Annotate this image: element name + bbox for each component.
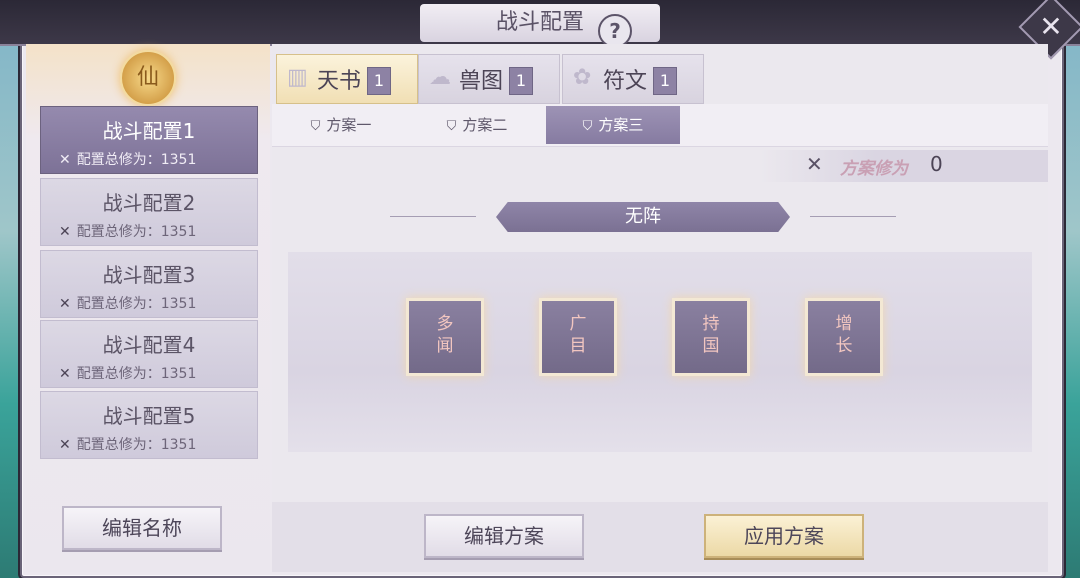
config-item-name: 战斗配置4 (102, 333, 196, 357)
count-badge: 1 (509, 67, 533, 95)
config-item-2[interactable]: 战斗配置2 ✕ 配置总修为：1351 (40, 178, 258, 246)
config-item-power: ✕ 配置总修为：1351 (59, 366, 197, 382)
config-item-name: 战斗配置1 (102, 119, 196, 143)
config-item-power: ✕ 配置总修为：1351 (59, 296, 197, 312)
tab-fuwen[interactable]: ✿ 符文 1 (562, 54, 704, 104)
crossed-swords-icon: ✕ (59, 152, 71, 168)
config-item-1[interactable]: 战斗配置1 ✕ 配置总修为：1351 (40, 106, 258, 174)
slot-label: 广目 (569, 314, 587, 356)
config-item-4[interactable]: 战斗配置4 ✕ 配置总修为：1351 (40, 320, 258, 388)
window-title: 战斗配置 (495, 10, 584, 35)
tab-shoutu[interactable]: ☁ 兽图 1 (418, 54, 560, 104)
config-item-name: 战斗配置5 (102, 404, 196, 428)
edit-name-button[interactable]: 编辑名称 (62, 506, 222, 550)
action-bar (272, 502, 1048, 572)
slot-chiguo[interactable]: 持国 (672, 298, 750, 376)
shield-icon: ⛉ (446, 119, 457, 134)
crossed-swords-icon: ✕ (59, 224, 71, 240)
crossed-swords-icon: ✕ (59, 296, 71, 312)
tab-plan-3[interactable]: ⛉ 方案三 (546, 106, 680, 144)
config-item-power: ✕ 配置总修为：1351 (59, 437, 197, 453)
rune-icon: ✿ (573, 65, 592, 90)
plan-power-label: 方案修为 (840, 159, 908, 179)
shield-icon: ⛉ (582, 119, 593, 134)
slot-zengzhang[interactable]: 增长 (805, 298, 883, 376)
shield-icon: ⛉ (310, 119, 321, 134)
plan-power-value: 0 (930, 152, 943, 176)
slot-label: 持国 (702, 314, 720, 356)
count-badge: 1 (653, 67, 677, 95)
config-item-name: 战斗配置3 (102, 263, 196, 287)
divider-left (390, 216, 476, 217)
config-item-power: ✕ 配置总修为：1351 (59, 224, 197, 240)
slot-guangmu[interactable]: 广目 (539, 298, 617, 376)
tab-plan-2[interactable]: ⛉ 方案二 (410, 106, 544, 144)
slot-duowen[interactable]: 多闻 (406, 298, 484, 376)
divider-right (810, 216, 896, 217)
config-item-name: 战斗配置2 (102, 191, 196, 215)
formation-name[interactable]: 无阵 (496, 202, 790, 232)
config-item-power: ✕ 配置总修为：1351 (59, 152, 197, 168)
slot-label: 多闻 (436, 314, 454, 356)
count-badge: 1 (367, 67, 391, 95)
question-icon[interactable]: ? (598, 14, 632, 48)
slot-label: 增长 (835, 314, 853, 356)
crossed-swords-icon: ✕ (59, 437, 71, 453)
beast-icon: ☁ (429, 65, 451, 90)
tab-tianshu[interactable]: ▥ 天书 1 (276, 54, 418, 104)
edit-plan-button[interactable]: 编辑方案 (424, 514, 584, 558)
crossed-swords-icon: ✕ (806, 152, 823, 176)
xian-emblem-icon: 仙 (120, 50, 176, 106)
tab-plan-1[interactable]: ⛉ 方案一 (274, 106, 408, 144)
config-item-5[interactable]: 战斗配置5 ✕ 配置总修为：1351 (40, 391, 258, 459)
slot-area (288, 252, 1032, 452)
close-icon: ✕ (1039, 9, 1063, 43)
book-icon: ▥ (287, 65, 308, 90)
apply-plan-button[interactable]: 应用方案 (704, 514, 864, 558)
config-item-3[interactable]: 战斗配置3 ✕ 配置总修为：1351 (40, 250, 258, 318)
crossed-swords-icon: ✕ (59, 366, 71, 382)
